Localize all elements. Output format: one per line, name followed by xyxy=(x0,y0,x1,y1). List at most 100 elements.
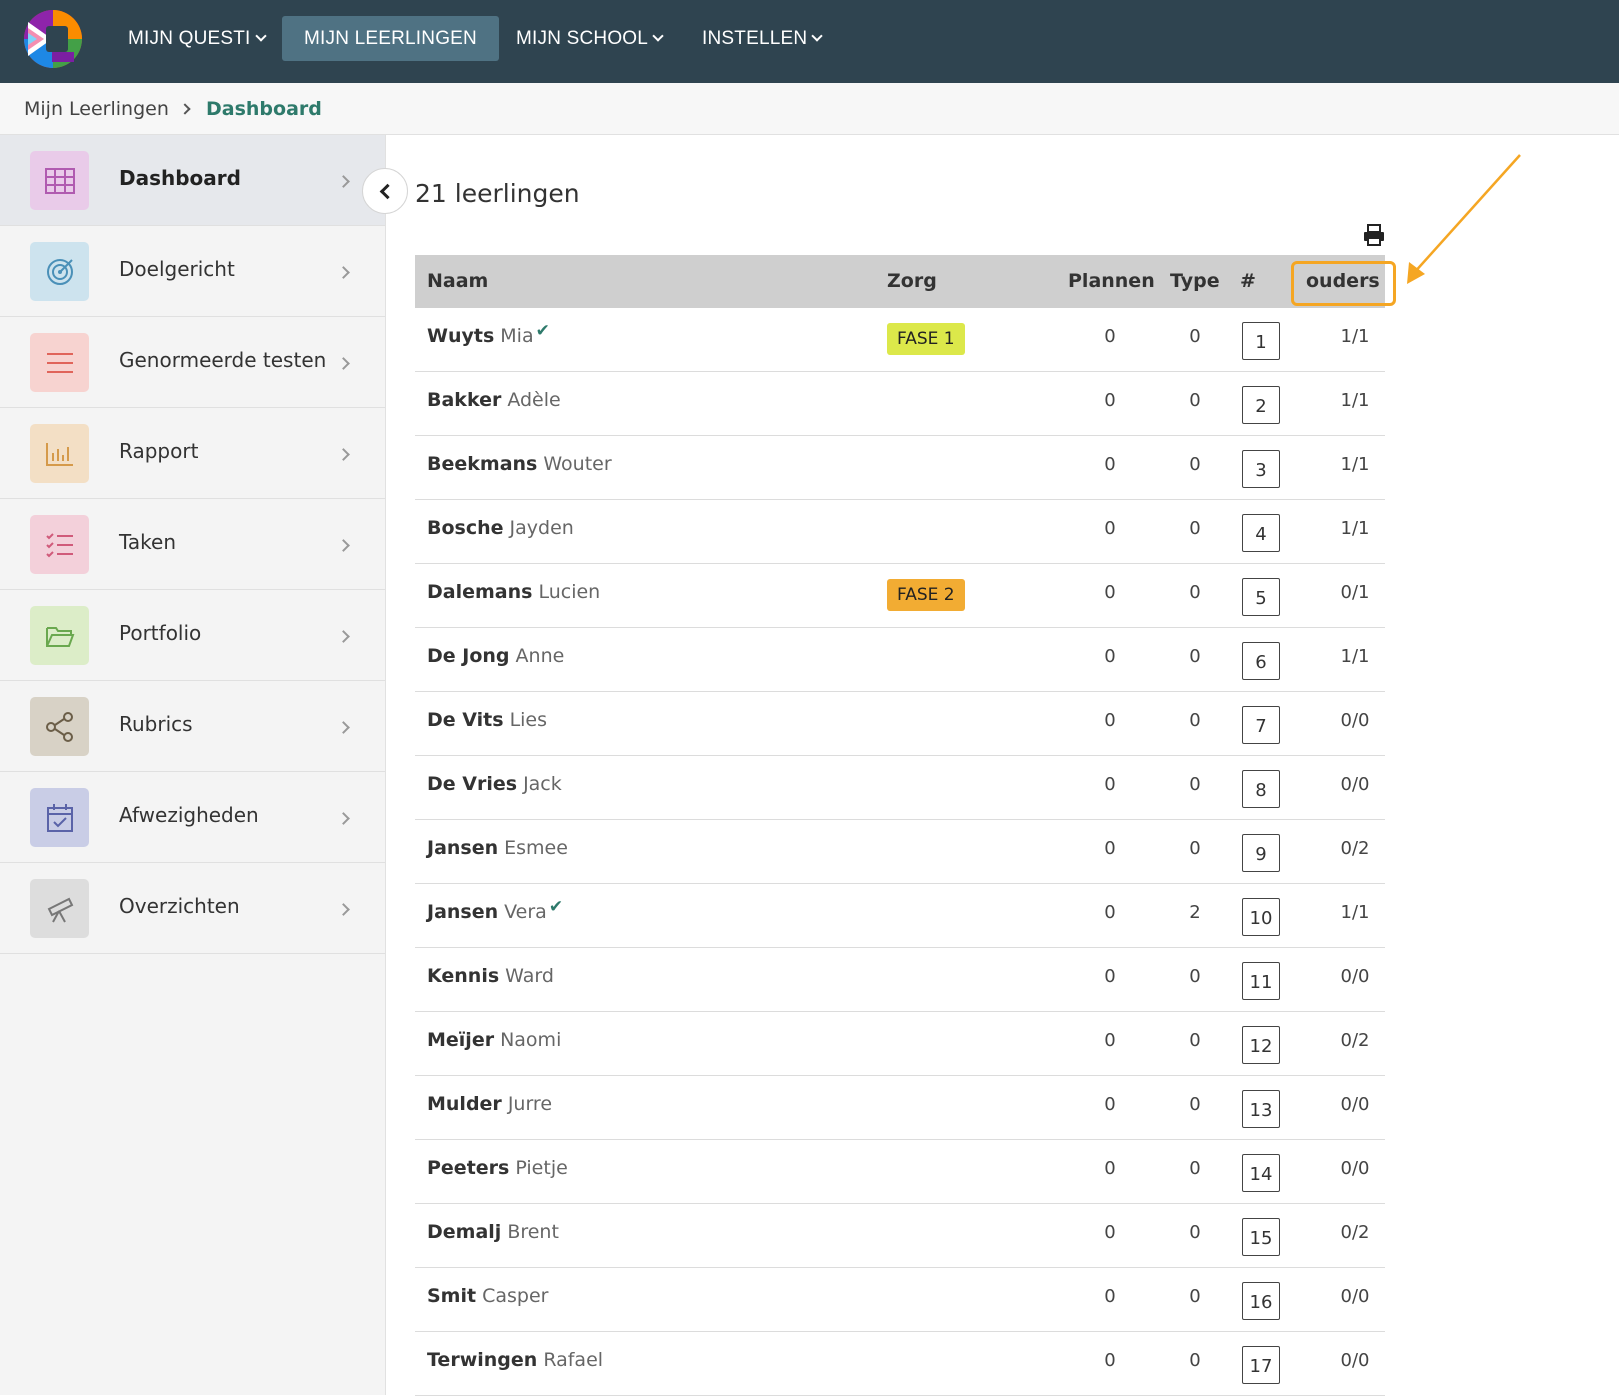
chevron-down-icon xyxy=(811,30,823,42)
table-row[interactable]: Mulder Jurre 0 0 13 0/0 xyxy=(415,1076,1385,1140)
student-name[interactable]: Jansen Vera ✔ xyxy=(427,897,563,923)
breadcrumb-separator-icon xyxy=(179,103,191,115)
column-header-naam[interactable]: Naam xyxy=(427,270,488,292)
student-number-box[interactable]: 7 xyxy=(1242,706,1280,744)
sidebar-item-dashboard[interactable]: Dashboard xyxy=(0,135,385,226)
student-number-box[interactable]: 5 xyxy=(1242,578,1280,616)
student-first-name: Rafael xyxy=(543,1349,604,1371)
student-name[interactable]: Bakker Adèle xyxy=(427,389,561,411)
table-row[interactable]: De Vries Jack 0 0 8 0/0 xyxy=(415,756,1385,820)
table-row[interactable]: Jansen Vera ✔ 0 2 10 1/1 xyxy=(415,884,1385,948)
student-number-box[interactable]: 8 xyxy=(1242,770,1280,808)
chevron-down-icon xyxy=(254,30,267,42)
student-name[interactable]: Meïjer Naomi xyxy=(427,1029,561,1051)
student-name[interactable]: Wuyts Mia ✔ xyxy=(427,321,550,347)
column-header-type[interactable]: Type xyxy=(1170,270,1220,292)
chevron-right-icon xyxy=(337,721,350,734)
student-name[interactable]: Beekmans Wouter xyxy=(427,453,612,475)
sidebar-item-rapport[interactable]: Rapport xyxy=(0,408,385,499)
sidebar-item-overzichten[interactable]: Overzichten xyxy=(0,863,385,954)
table-row[interactable]: Kennis Ward 0 0 11 0/0 xyxy=(415,948,1385,1012)
student-number-box[interactable]: 3 xyxy=(1242,450,1280,488)
sidebar-item-label: Overzichten xyxy=(119,894,240,918)
nav-item-instellen[interactable]: INSTELLEN xyxy=(680,16,843,61)
student-name[interactable]: Mulder Jurre xyxy=(427,1093,552,1115)
ouders-count: 0/0 xyxy=(1340,1350,1370,1371)
table-row[interactable]: Wuyts Mia ✔ FASE 1 0 0 1 1/1 xyxy=(415,308,1385,372)
type-count: 0 xyxy=(1189,646,1201,667)
student-number-box[interactable]: 13 xyxy=(1242,1090,1280,1128)
student-name[interactable]: Kennis Ward xyxy=(427,965,554,987)
student-name[interactable]: Bosche Jayden xyxy=(427,517,574,539)
table-row[interactable]: Peeters Pietje 0 0 14 0/0 xyxy=(415,1140,1385,1204)
student-number-box[interactable]: 17 xyxy=(1242,1346,1280,1384)
student-name[interactable]: Jansen Esmee xyxy=(427,837,568,859)
table-row[interactable]: De Jong Anne 0 0 6 1/1 xyxy=(415,628,1385,692)
student-number-box[interactable]: 4 xyxy=(1242,514,1280,552)
student-number-box[interactable]: 14 xyxy=(1242,1154,1280,1192)
student-name[interactable]: Smit Casper xyxy=(427,1285,548,1307)
student-last-name: Kennis xyxy=(427,965,500,987)
zorg-fase-badge[interactable]: FASE 2 xyxy=(887,579,965,611)
print-icon[interactable] xyxy=(1362,224,1386,246)
nav-item-mijn-questi[interactable]: MIJN QUESTI xyxy=(106,16,287,61)
zorg-fase-badge[interactable]: FASE 1 xyxy=(887,323,965,355)
type-count: 0 xyxy=(1189,838,1201,859)
sidebar-item-afwezigheden[interactable]: Afwezigheden xyxy=(0,772,385,863)
nav-item-mijn-school[interactable]: MIJN SCHOOL xyxy=(494,16,684,61)
student-name[interactable]: De Jong Anne xyxy=(427,645,564,667)
student-name[interactable]: De Vits Lies xyxy=(427,709,547,731)
student-last-name: Bosche xyxy=(427,517,504,539)
table-row[interactable]: Demalj Brent 0 0 15 0/2 xyxy=(415,1204,1385,1268)
ouders-count: 0/1 xyxy=(1340,582,1370,603)
breadcrumb-parent[interactable]: Mijn Leerlingen xyxy=(24,98,169,120)
student-first-name: Casper xyxy=(482,1285,549,1307)
student-name[interactable]: Peeters Pietje xyxy=(427,1157,568,1179)
student-name[interactable]: De Vries Jack xyxy=(427,773,562,795)
sidebar-item-portfolio[interactable]: Portfolio xyxy=(0,590,385,681)
nav-item-label: MIJN SCHOOL xyxy=(516,28,649,49)
column-header-zorg[interactable]: Zorg xyxy=(887,270,937,292)
student-number-box[interactable]: 6 xyxy=(1242,642,1280,680)
column-header-plannen[interactable]: Plannen xyxy=(1068,270,1155,292)
student-number-box[interactable]: 16 xyxy=(1242,1282,1280,1320)
student-number-box[interactable]: 10 xyxy=(1242,898,1280,936)
collapse-sidebar-button[interactable] xyxy=(362,168,408,214)
table-row[interactable]: Beekmans Wouter 0 0 3 1/1 xyxy=(415,436,1385,500)
table-row[interactable]: Terwingen Rafael 0 0 17 0/0 xyxy=(415,1332,1385,1396)
sidebar-item-genormeerde-testen[interactable]: Genormeerde testen xyxy=(0,317,385,408)
student-number-box[interactable]: 15 xyxy=(1242,1218,1280,1256)
table-row[interactable]: Jansen Esmee 0 0 9 0/2 xyxy=(415,820,1385,884)
student-first-name: Adèle xyxy=(507,389,561,411)
plannen-count: 0 xyxy=(1104,838,1116,859)
sidebar-item-rubrics[interactable]: Rubrics xyxy=(0,681,385,772)
student-first-name: Wouter xyxy=(543,453,612,475)
chevron-right-icon xyxy=(337,539,350,552)
student-first-name: Vera xyxy=(504,901,547,923)
ouders-count: 0/2 xyxy=(1340,838,1370,859)
student-number-box[interactable]: 9 xyxy=(1242,834,1280,872)
student-number-box[interactable]: 12 xyxy=(1242,1026,1280,1064)
bar-chart-icon xyxy=(30,424,89,483)
column-header-number[interactable]: # xyxy=(1240,270,1256,292)
ouders-count: 1/1 xyxy=(1340,518,1370,539)
sidebar-item-doelgericht[interactable]: Doelgericht xyxy=(0,226,385,317)
nav-item-mijn-leerlingen[interactable]: MIJN LEERLINGEN xyxy=(282,16,499,61)
student-number-box[interactable]: 1 xyxy=(1242,322,1280,360)
app-logo[interactable] xyxy=(22,8,84,70)
student-name[interactable]: Terwingen Rafael xyxy=(427,1349,603,1371)
student-name[interactable]: Dalemans Lucien xyxy=(427,581,600,603)
table-row[interactable]: Bosche Jayden 0 0 4 1/1 xyxy=(415,500,1385,564)
student-name[interactable]: Demalj Brent xyxy=(427,1221,559,1243)
table-row[interactable]: Smit Casper 0 0 16 0/0 xyxy=(415,1268,1385,1332)
student-number-box[interactable]: 2 xyxy=(1242,386,1280,424)
nav-item-label: INSTELLEN xyxy=(702,28,808,49)
sidebar-item-taken[interactable]: Taken xyxy=(0,499,385,590)
share-icon xyxy=(30,697,89,756)
table-row[interactable]: Meïjer Naomi 0 0 12 0/2 xyxy=(415,1012,1385,1076)
table-row[interactable]: Dalemans Lucien FASE 2 0 0 5 0/1 xyxy=(415,564,1385,628)
table-row[interactable]: De Vits Lies 0 0 7 0/0 xyxy=(415,692,1385,756)
target-icon xyxy=(30,242,89,301)
student-number-box[interactable]: 11 xyxy=(1242,962,1280,1000)
table-row[interactable]: Bakker Adèle 0 0 2 1/1 xyxy=(415,372,1385,436)
